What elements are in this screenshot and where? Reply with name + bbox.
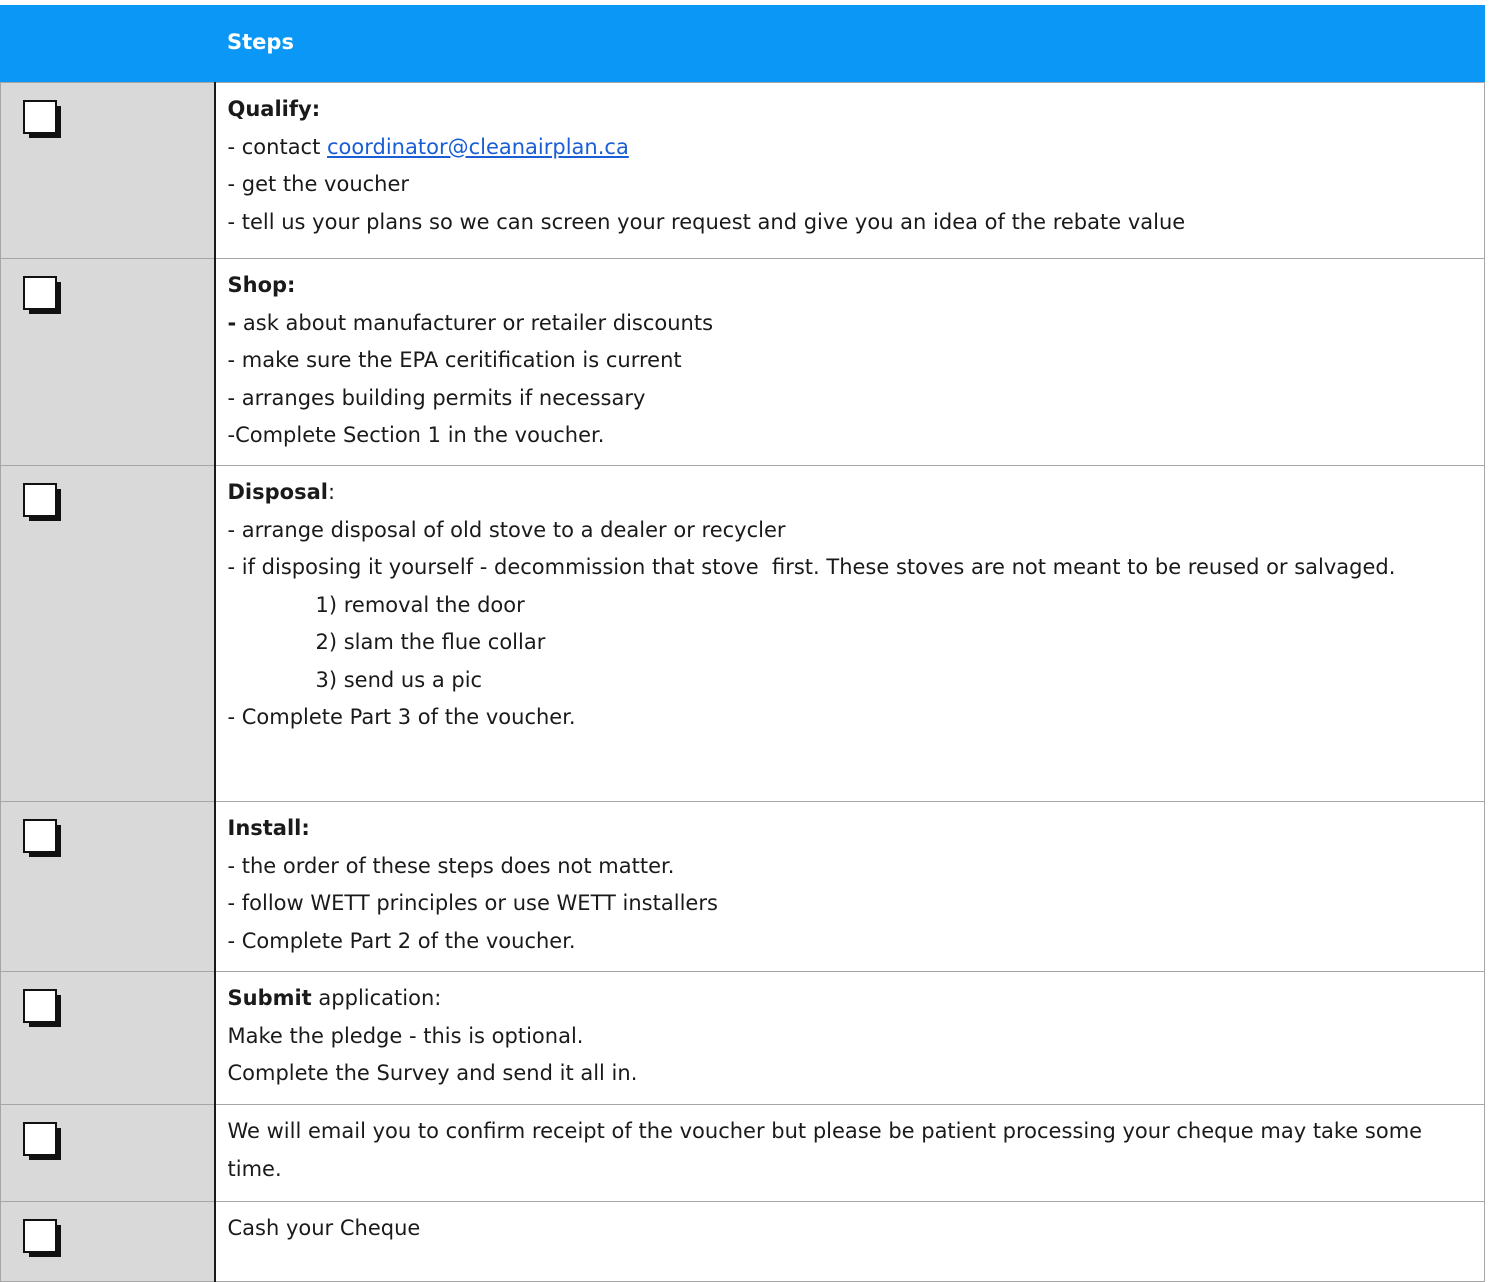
step-install: Install: - the order of these steps does…: [214, 801, 1485, 972]
step-line: Cash your Cheque: [227, 1216, 421, 1240]
checkbox-cell: [0, 1104, 216, 1202]
step-line: - Complete Part 2 of the voucher.: [227, 928, 576, 953]
step-qualify: Qualify: - contact coordinator@cleanairp…: [214, 82, 1485, 259]
step-title: Shop:: [227, 273, 296, 297]
checkbox-cell: [0, 971, 216, 1105]
substep-line: 3) send us a pic: [315, 667, 483, 692]
step-title: Submit: [227, 986, 312, 1010]
step-title-suffix: :: [327, 480, 336, 504]
checkbox-cell: [0, 1201, 216, 1282]
step-line: - make sure the EPA ceritification is cu…: [227, 348, 682, 372]
step-line: - the order of these steps does not matt…: [227, 853, 675, 878]
checkbox-box: [23, 1122, 57, 1156]
step-line: -Complete Section 1 in the voucher.: [227, 423, 605, 447]
checkbox-shop[interactable]: [23, 276, 65, 318]
step-line: - tell us your plans so we can screen yo…: [227, 209, 1186, 234]
steps-table: Steps Qualify: - contact coordinator@cle…: [0, 5, 1485, 1282]
step-line: - if disposing it yourself - decommissio…: [227, 555, 1396, 579]
table-row: Shop: - ask about manufacturer or retail…: [0, 258, 1485, 466]
step-title-suffix: application:: [311, 986, 442, 1010]
table-row: Submit application: Make the pledge - th…: [0, 971, 1485, 1105]
step-line: - ask about manufacturer or retailer dis…: [228, 305, 1473, 343]
table-row: Install: - the order of these steps does…: [0, 801, 1485, 972]
step-text: ask about manufacturer or retailer disco…: [236, 310, 714, 335]
checkbox-qualify[interactable]: [23, 100, 65, 142]
step-line: - follow WETT principles or use WETT ins…: [227, 891, 718, 915]
checkbox-install[interactable]: [23, 819, 65, 861]
checkbox-cell: [0, 801, 216, 972]
step-cash: Cash your Cheque: [214, 1201, 1485, 1282]
step-line: - arrange disposal of old stove to a dea…: [227, 517, 786, 542]
step-shop: Shop: - ask about manufacturer or retail…: [214, 258, 1485, 466]
step-confirmation: We will email you to confirm receipt of …: [214, 1104, 1485, 1202]
step-line: - get the voucher: [227, 172, 410, 196]
step-disposal: Disposal: - arrange disposal of old stov…: [214, 465, 1485, 802]
steps-column-header: Steps: [214, 5, 1485, 83]
table-row: We will email you to confirm receipt of …: [0, 1104, 1485, 1202]
step-title: Disposal: [227, 480, 328, 504]
substep-line: 2) slam the flue collar: [315, 630, 546, 654]
step-title: Install:: [227, 816, 310, 840]
step-text: - contact: [227, 134, 328, 159]
checkbox-box: [23, 989, 57, 1023]
substep-line: 1) removal the door: [315, 592, 525, 617]
step-line: Complete the Survey and send it all in.: [227, 1061, 638, 1085]
step-submit: Submit application: Make the pledge - th…: [214, 971, 1485, 1105]
step-bullet: -: [227, 310, 237, 335]
step-line: - arranges building permits if necessary: [227, 385, 646, 410]
table-header-row: Steps: [0, 5, 1485, 83]
table-row: Disposal: - arrange disposal of old stov…: [0, 465, 1485, 802]
checkbox-confirmation[interactable]: [23, 1122, 65, 1164]
step-title-line: Disposal:: [228, 474, 1473, 512]
step-line: We will email you to confirm receipt of …: [227, 1119, 1429, 1181]
checkbox-cash[interactable]: [23, 1219, 65, 1261]
email-link[interactable]: coordinator@cleanairplan.ca: [327, 135, 629, 159]
step-line: - contact coordinator@cleanairplan.ca: [228, 129, 1473, 167]
checkbox-cell: [0, 258, 216, 466]
step-line: Make the pledge - this is optional.: [227, 1023, 584, 1048]
table-row: Cash your Cheque: [0, 1201, 1485, 1282]
checkbox-box: [23, 100, 57, 134]
step-line: - Complete Part 3 of the voucher.: [227, 705, 576, 729]
checkbox-column-header: [0, 5, 215, 83]
checkbox-box: [23, 276, 57, 310]
checkbox-cell: [0, 82, 216, 259]
step-title-line: Submit application:: [228, 980, 1473, 1018]
checkbox-box: [23, 483, 57, 517]
checkbox-disposal[interactable]: [23, 483, 65, 525]
step-title: Qualify:: [227, 97, 321, 121]
checkbox-cell: [0, 465, 216, 802]
table-row: Qualify: - contact coordinator@cleanairp…: [0, 82, 1485, 259]
checkbox-box: [23, 1219, 57, 1253]
checkbox-submit[interactable]: [23, 989, 65, 1031]
checkbox-box: [23, 819, 57, 853]
